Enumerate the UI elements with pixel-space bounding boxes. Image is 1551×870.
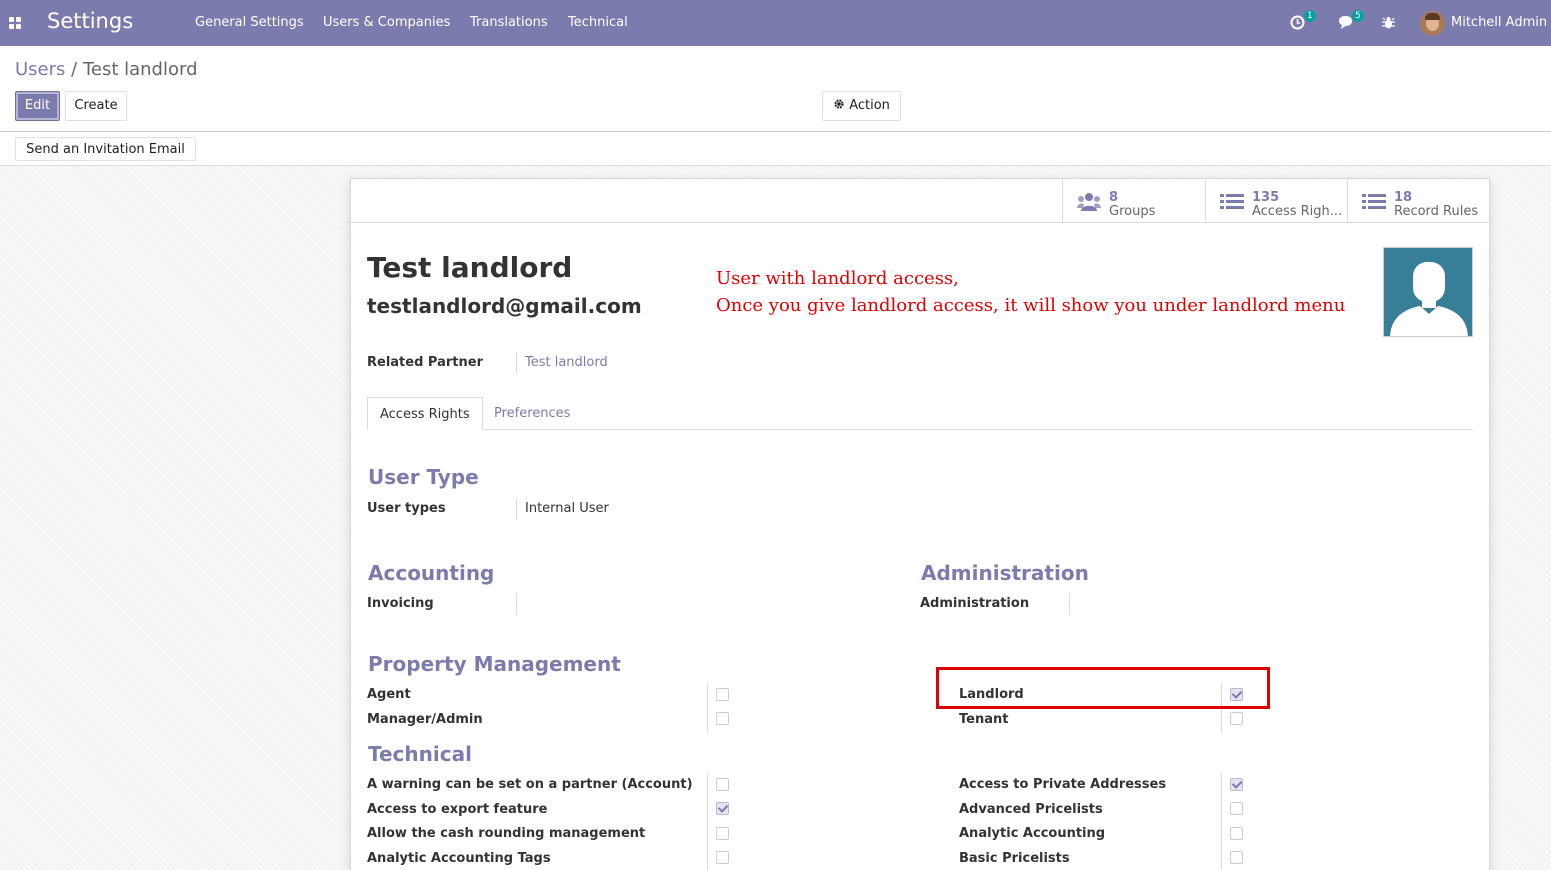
analytic-accounting-label: Analytic Accounting: [959, 826, 1106, 841]
tab-preferences[interactable]: Preferences: [482, 397, 582, 430]
bug-icon: [1382, 17, 1395, 29]
avatar-placeholder-icon: [1390, 262, 1468, 336]
app-menu-icon[interactable]: [9, 17, 21, 29]
private-addresses-label: Access to Private Addresses: [959, 777, 1167, 792]
annotation-line-2: Once you give landlord access, it will s…: [716, 295, 1346, 316]
user-name-title[interactable]: Test landlord: [367, 251, 572, 284]
gear-icon: [834, 99, 844, 109]
create-button[interactable]: Create: [65, 91, 127, 121]
annotation-note: User with landlord access, Once you give…: [716, 265, 1345, 319]
user-types-value[interactable]: Internal User: [525, 501, 609, 516]
form-statusbar: [0, 132, 1551, 166]
export-feature-checkbox[interactable]: [716, 802, 729, 815]
record-rules-smart-button[interactable]: 18 Record Rules: [1347, 179, 1489, 222]
cash-rounding-checkbox[interactable]: [716, 827, 729, 840]
groups-smart-button[interactable]: 8 Groups: [1062, 179, 1205, 222]
action-label: Action: [849, 98, 890, 113]
access-rights-count: 135: [1252, 190, 1280, 205]
administration-label: Administration: [920, 596, 1030, 611]
app-title[interactable]: Settings: [47, 9, 133, 33]
user-avatar[interactable]: [1420, 11, 1445, 36]
tenant-checkbox[interactable]: [1230, 712, 1243, 725]
access-rights-smart-button[interactable]: 135 Access Righ...: [1205, 179, 1347, 222]
activity-badge: 1: [1304, 10, 1316, 22]
basic-pricelists-label: Basic Pricelists: [959, 851, 1070, 866]
annotation-line-1: User with landlord access,: [716, 268, 959, 289]
top-navbar: Settings General Settings Users & Compan…: [0, 0, 1551, 46]
list-icon: [1362, 194, 1386, 209]
field-separator: [1069, 593, 1070, 615]
users-icon: [1077, 193, 1101, 211]
messages-badge: 5: [1352, 10, 1364, 22]
menu-users-companies[interactable]: Users & Companies: [323, 15, 450, 30]
menu-general-settings[interactable]: General Settings: [195, 15, 304, 30]
agent-label: Agent: [367, 687, 411, 702]
advanced-pricelists-label: Advanced Pricelists: [959, 802, 1103, 817]
landlord-highlight-box: [936, 667, 1270, 709]
access-rights-label: Access Righ...: [1252, 204, 1343, 219]
field-separator: [516, 352, 517, 374]
field-separator: [516, 593, 517, 615]
field-separator: [1221, 773, 1222, 870]
field-separator: [516, 498, 517, 520]
agent-checkbox[interactable]: [716, 688, 729, 701]
groups-count: 8: [1109, 190, 1119, 205]
basic-pricelists-checkbox[interactable]: [1230, 851, 1243, 864]
menu-technical[interactable]: Technical: [568, 15, 628, 30]
private-addresses-checkbox[interactable]: [1230, 778, 1243, 791]
notebook-tabs: Access Rights Preferences: [367, 397, 1473, 430]
analytic-accounting-checkbox[interactable]: [1230, 827, 1243, 840]
invoicing-select[interactable]: [525, 596, 725, 614]
tab-access-rights[interactable]: Access Rights: [367, 397, 483, 430]
analytic-tags-checkbox[interactable]: [716, 851, 729, 864]
partner-warning-checkbox[interactable]: [716, 778, 729, 791]
breadcrumb-users-link[interactable]: Users: [15, 59, 65, 80]
breadcrumb: Users / Test landlord: [15, 59, 198, 80]
related-partner-link[interactable]: Test landlord: [525, 355, 608, 370]
administration-select[interactable]: [1078, 596, 1278, 614]
manager-admin-label: Manager/Admin: [367, 712, 483, 727]
menu-translations[interactable]: Translations: [470, 15, 548, 30]
user-menu-name[interactable]: Mitchell Admin: [1451, 15, 1547, 30]
form-sheet: 8 Groups 135 Access Righ... 18 Record Ru…: [350, 178, 1490, 870]
tenant-label: Tenant: [959, 712, 1009, 727]
accounting-heading: Accounting: [368, 561, 495, 585]
user-type-heading: User Type: [368, 465, 479, 489]
cash-rounding-label: Allow the cash rounding management: [367, 826, 646, 841]
analytic-tags-label: Analytic Accounting Tags: [367, 851, 551, 866]
property-management-heading: Property Management: [368, 652, 621, 676]
technical-heading: Technical: [368, 742, 472, 766]
clock-icon: [1290, 15, 1305, 30]
breadcrumb-separator: /: [71, 59, 78, 80]
field-separator: [707, 773, 708, 870]
smart-button-box: 8 Groups 135 Access Righ... 18 Record Ru…: [351, 179, 1489, 223]
invoicing-label: Invoicing: [367, 596, 434, 611]
related-partner-label: Related Partner: [367, 355, 483, 370]
breadcrumb-current: Test landlord: [82, 59, 198, 80]
administration-heading: Administration: [921, 561, 1089, 585]
send-invitation-button[interactable]: Send an Invitation Email: [15, 137, 196, 161]
user-types-label: User types: [367, 501, 446, 516]
record-rules-label: Record Rules: [1394, 204, 1479, 219]
user-email-login[interactable]: testlandlord@gmail.com: [367, 294, 642, 318]
groups-label: Groups: [1109, 204, 1156, 219]
advanced-pricelists-checkbox[interactable]: [1230, 802, 1243, 815]
list-icon: [1220, 194, 1244, 209]
field-separator: [707, 683, 708, 733]
partner-warning-label: A warning can be set on a partner (Accou…: [367, 777, 693, 792]
manager-admin-checkbox[interactable]: [716, 712, 729, 725]
export-feature-label: Access to export feature: [367, 802, 548, 817]
edit-button[interactable]: Edit: [15, 91, 60, 121]
action-button[interactable]: Action: [822, 91, 901, 121]
user-avatar-image[interactable]: [1383, 247, 1473, 337]
record-rules-count: 18: [1394, 190, 1413, 205]
